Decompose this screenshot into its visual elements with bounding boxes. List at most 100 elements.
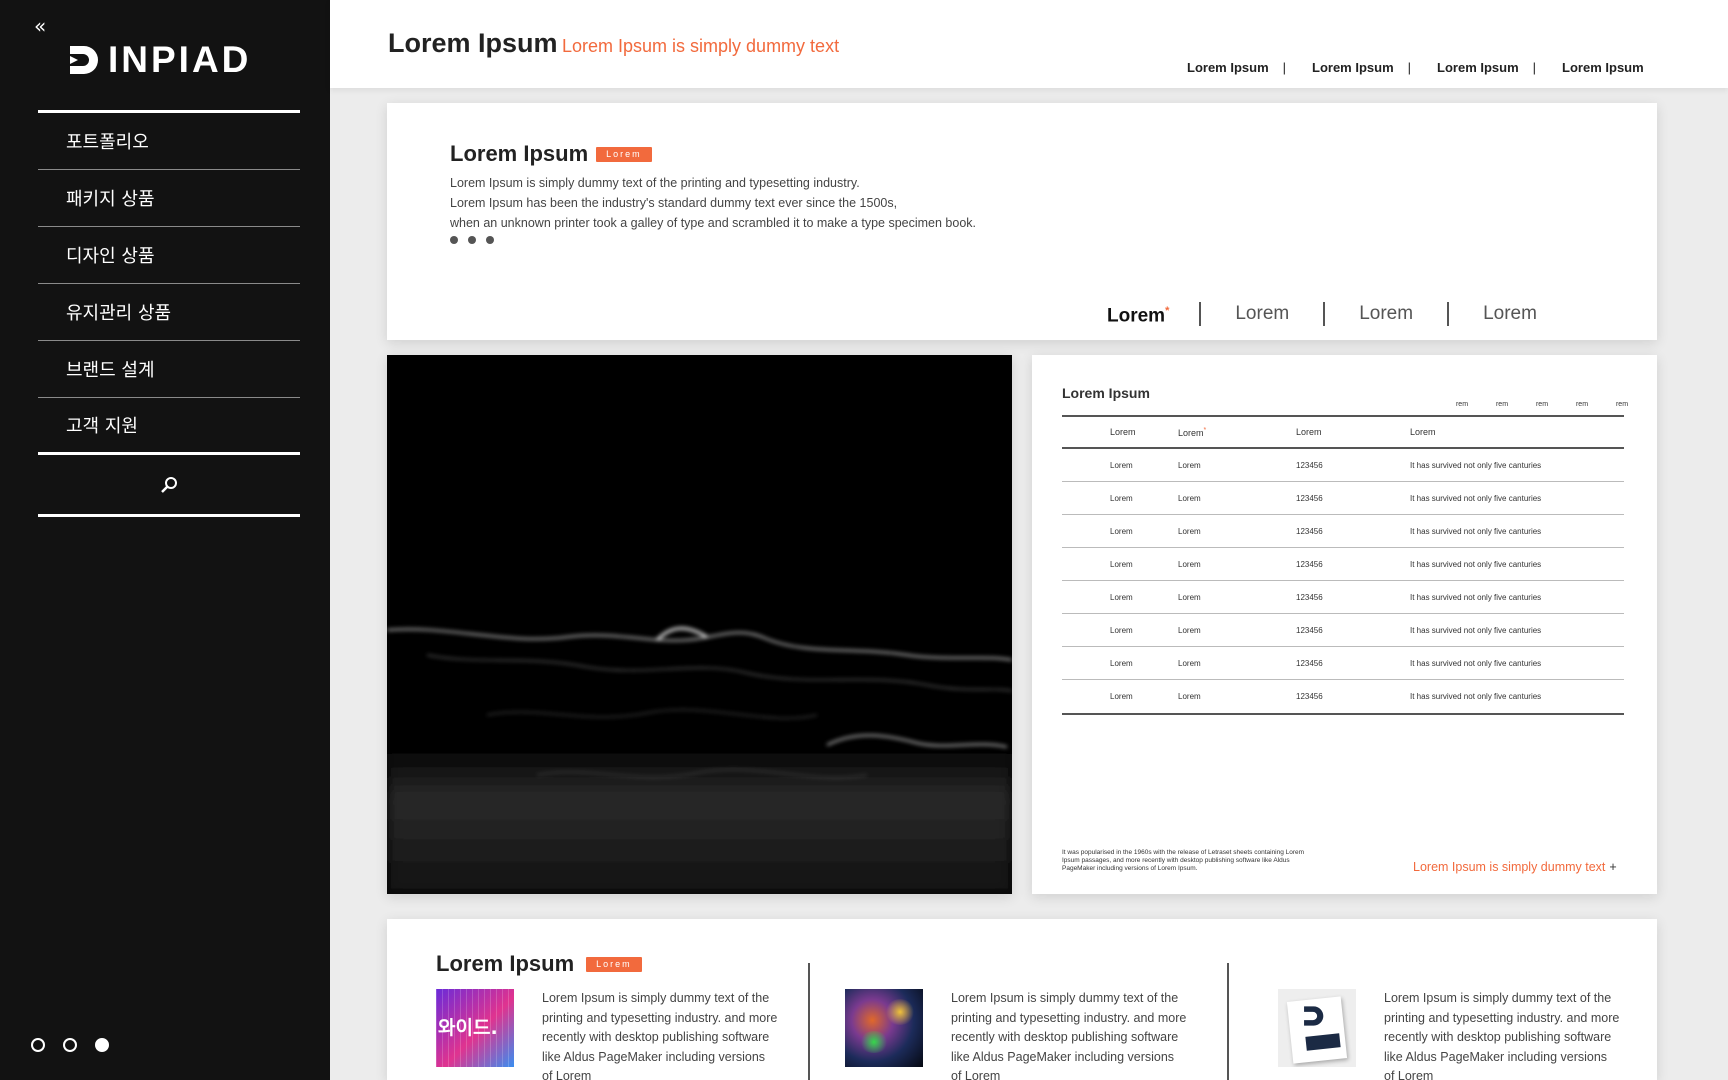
table-cell: 123456 (1296, 658, 1323, 668)
brand-logo[interactable]: INPIAD (66, 40, 251, 80)
header-link-3[interactable]: Lorem Ipsum (1437, 60, 1519, 75)
mini-tab-4[interactable]: rem (1562, 401, 1602, 408)
header-link-4[interactable]: Lorem Ipsum (1562, 60, 1644, 75)
mini-tab-1[interactable]: rem (1442, 401, 1482, 408)
table-cell: It has survived not only five canturies (1410, 658, 1542, 668)
table-footnote: It was popularised in the 1960s with the… (1062, 849, 1305, 872)
plus-icon: + (1609, 860, 1617, 874)
tab-4[interactable]: Lorem (1447, 301, 1571, 326)
table-row[interactable]: Lorem Lorem 123456 It has survived not o… (1062, 680, 1624, 713)
table-row[interactable]: Lorem Lorem 123456 It has survived not o… (1062, 482, 1624, 515)
page-dot-2[interactable] (63, 1038, 77, 1052)
page-subtitle: Lorem Ipsum is simply dummy text (562, 36, 840, 56)
featured-thumbnail-1: 와이드. (436, 989, 514, 1067)
intro-line-2: Lorem Ipsum has been the industry's stan… (450, 196, 898, 210)
featured-divider (808, 963, 810, 1080)
table-more-label: Lorem Ipsum is simply dummy text (1413, 860, 1606, 874)
intro-tabs: Lorem* Lorem Lorem Lorem (1107, 299, 1571, 328)
page-dot-1[interactable] (31, 1038, 45, 1052)
table-mini-tabs: rem rem rem rem rem (1442, 401, 1642, 408)
featured-thumbnail-3 (1278, 989, 1356, 1067)
more-dots-icon[interactable] (450, 236, 494, 244)
table-more-link[interactable]: Lorem Ipsum is simply dummy text + (1413, 860, 1617, 874)
intro-badge: Lorem (596, 146, 652, 162)
top-header: Lorem Ipsum Lorem Ipsum is simply dummy … (330, 0, 1728, 88)
table-row[interactable]: Lorem Lorem 123456 It has survived not o… (1062, 515, 1624, 548)
featured-thumbnail-2 (845, 989, 923, 1067)
table-cell: 123456 (1296, 559, 1323, 569)
featured-item-2[interactable]: Lorem Ipsum is simply dummy text of the … (845, 989, 1187, 1080)
search-icon (161, 476, 177, 493)
sidebar-item-portfolio[interactable]: 포트폴리오 (38, 113, 300, 170)
header-nav: Lorem Ipsum | Lorem Ipsum | Lorem Ipsum … (1187, 60, 1644, 75)
intro-line-1: Lorem Ipsum is simply dummy text of the … (450, 176, 860, 190)
table-row[interactable]: Lorem Lorem 123456 It has survived not o… (1062, 449, 1624, 482)
hero-image (386, 355, 1013, 894)
featured-text-1: Lorem Ipsum is simply dummy text of the … (542, 991, 778, 1080)
page-title: Lorem Ipsum (388, 28, 558, 58)
table-cell: Lorem (1178, 658, 1201, 668)
column-header[interactable]: Lorem (1062, 427, 1178, 437)
thumbnail-text: 와이드. (438, 1017, 498, 1039)
table-cell: 123456 (1296, 526, 1323, 536)
table-cell: Lorem (1178, 625, 1201, 635)
intro-card: Lorem Ipsum Lorem Lorem Ipsum is simply … (387, 103, 1657, 340)
collapse-sidebar-icon[interactable]: « (34, 16, 46, 36)
mini-tab-5[interactable]: rem (1602, 401, 1642, 408)
sidebar-search-button[interactable] (38, 455, 300, 517)
sidebar-item-maintenance[interactable]: 유지관리 상품 (38, 284, 300, 341)
mini-tab-2[interactable]: rem (1482, 401, 1522, 408)
mini-tab-3[interactable]: rem (1522, 401, 1562, 408)
table-card: Lorem Ipsum rem rem rem rem rem Lorem Lo… (1032, 355, 1657, 894)
data-table: Lorem Lorem* Lorem Lorem Lorem Lorem 123… (1062, 415, 1624, 715)
featured-item-3[interactable]: Lorem Ipsum is simply dummy text of the … (1278, 989, 1620, 1080)
table-cell: Lorem (1110, 460, 1133, 470)
tab-2[interactable]: Lorem (1199, 301, 1323, 326)
brand-name: INPIAD (108, 39, 252, 80)
header-separator: | (1532, 60, 1537, 75)
featured-badge: Lorem (586, 956, 642, 972)
table-cell: Lorem (1110, 625, 1133, 635)
header-link-2[interactable]: Lorem Ipsum (1312, 60, 1394, 75)
sidebar-item-support[interactable]: 고객 지원 (38, 398, 300, 455)
featured-text-2: Lorem Ipsum is simply dummy text of the … (951, 991, 1187, 1080)
sidebar-item-design[interactable]: 디자인 상품 (38, 227, 300, 284)
table-cell: Lorem (1110, 493, 1133, 503)
featured-item-1[interactable]: 와이드. Lorem Ipsum is simply dummy text of… (436, 989, 778, 1080)
featured-title: Lorem Ipsum (436, 951, 575, 976)
column-header[interactable]: Lorem (1294, 427, 1410, 437)
page-indicator (31, 1038, 109, 1052)
table-row[interactable]: Lorem Lorem 123456 It has survived not o… (1062, 647, 1624, 680)
sidebar-nav: 포트폴리오 패키지 상품 디자인 상품 유지관리 상품 브랜드 설계 고객 지원 (38, 110, 300, 455)
table-cell: 123456 (1296, 460, 1323, 470)
featured-heading: Lorem Ipsum Lorem (436, 951, 642, 977)
table-cell: It has survived not only five canturies (1410, 592, 1542, 602)
table-cell: Lorem (1110, 692, 1133, 701)
tab-1-label: Lorem (1107, 305, 1166, 327)
table-row[interactable]: Lorem Lorem 123456 It has survived not o… (1062, 614, 1624, 647)
table-cell: Lorem (1110, 526, 1133, 536)
tab-3[interactable]: Lorem (1323, 301, 1447, 326)
table-cell: 123456 (1296, 493, 1323, 503)
tab-active-mark: * (1165, 305, 1170, 317)
table-cell: Lorem (1178, 592, 1201, 602)
table-cell: It has survived not only five canturies (1410, 493, 1542, 503)
table-row[interactable]: Lorem Lorem 123456 It has survived not o… (1062, 581, 1624, 614)
header-link-1[interactable]: Lorem Ipsum (1187, 60, 1269, 75)
column-header[interactable]: Lorem* (1178, 427, 1294, 438)
intro-heading: Lorem Ipsum Lorem (450, 141, 652, 167)
tab-1[interactable]: Lorem* (1107, 299, 1199, 328)
column-header-mark: * (1203, 426, 1207, 434)
table-cell: 123456 (1296, 625, 1323, 635)
table-row[interactable]: Lorem Lorem 123456 It has survived not o… (1062, 548, 1624, 581)
table-cell: Lorem (1110, 592, 1133, 602)
particle-terrain-image (386, 355, 1013, 894)
sidebar-item-brand[interactable]: 브랜드 설계 (38, 341, 300, 398)
sidebar-item-package[interactable]: 패키지 상품 (38, 170, 300, 227)
table-cell: It has survived not only five canturies (1410, 460, 1542, 470)
column-header[interactable]: Lorem (1410, 427, 1624, 437)
table-title: Lorem Ipsum (1062, 385, 1150, 401)
sidebar: « INPIAD 포트폴리오 패키지 상품 디자인 상품 유지관리 상품 브랜드… (0, 0, 330, 1080)
table-cell: Lorem (1110, 559, 1133, 569)
page-dot-3[interactable] (95, 1038, 109, 1052)
